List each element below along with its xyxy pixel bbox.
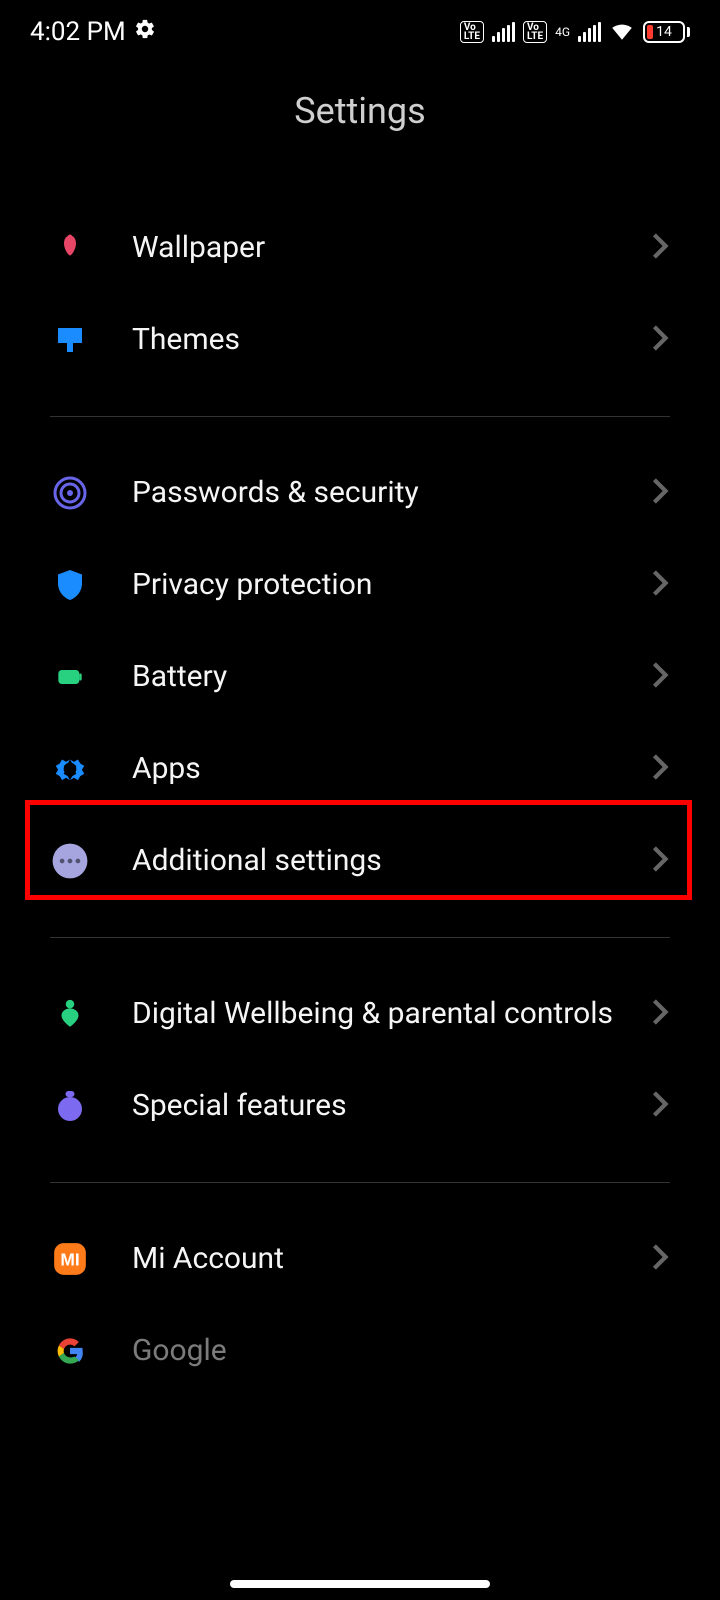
network-label: 4G — [555, 27, 570, 38]
svg-text:MI: MI — [60, 1249, 79, 1269]
row-label: Battery — [132, 658, 650, 696]
row-mi-account[interactable]: MI Mi Account — [0, 1213, 720, 1305]
navigation-handle[interactable] — [230, 1580, 490, 1588]
row-apps[interactable]: Apps — [0, 723, 720, 815]
fingerprint-icon — [50, 473, 90, 513]
signal-icon-2 — [578, 22, 601, 42]
status-left: 4:02 PM — [30, 17, 156, 47]
chevron-right-icon — [650, 477, 670, 509]
row-wallpaper[interactable]: Wallpaper — [0, 202, 720, 294]
chevron-right-icon — [650, 998, 670, 1030]
wifi-icon — [609, 17, 635, 47]
row-label: Digital Wellbeing & parental controls — [132, 995, 650, 1033]
row-battery[interactable]: Battery — [0, 631, 720, 723]
row-label: Privacy protection — [132, 566, 650, 604]
settings-list: Wallpaper Themes Passwords & security Pr… — [0, 202, 720, 1371]
row-google[interactable]: Google — [0, 1305, 720, 1371]
apps-gear-icon — [50, 749, 90, 789]
chevron-right-icon — [650, 324, 670, 356]
chevron-right-icon — [650, 1243, 670, 1275]
status-time: 4:02 PM — [30, 17, 126, 47]
row-label: Google — [132, 1332, 670, 1370]
special-features-icon — [50, 1086, 90, 1126]
row-label: Passwords & security — [132, 474, 650, 512]
battery-indicator: 14 — [643, 21, 690, 43]
row-digital-wellbeing[interactable]: Digital Wellbeing & parental controls — [0, 968, 720, 1060]
divider — [50, 1182, 670, 1183]
row-additional-settings[interactable]: Additional settings — [0, 815, 720, 907]
row-label: Additional settings — [132, 842, 650, 880]
divider — [50, 416, 670, 417]
themes-icon — [50, 320, 90, 360]
volte-icon-1: VoLTE — [460, 21, 484, 43]
chevron-right-icon — [650, 232, 670, 264]
row-label: Apps — [132, 750, 650, 788]
chevron-right-icon — [650, 569, 670, 601]
chevron-right-icon — [650, 845, 670, 877]
volte-icon-2: VoLTE — [523, 21, 547, 43]
row-label: Special features — [132, 1087, 650, 1125]
row-passwords-security[interactable]: Passwords & security — [0, 447, 720, 539]
row-label: Themes — [132, 321, 650, 359]
battery-level: 14 — [656, 24, 672, 40]
status-bar: 4:02 PM VoLTE VoLTE 4G 14 — [0, 0, 720, 60]
mi-logo-icon: MI — [50, 1239, 90, 1279]
row-label: Wallpaper — [132, 229, 650, 267]
row-label: Mi Account — [132, 1240, 650, 1278]
row-special-features[interactable]: Special features — [0, 1060, 720, 1152]
more-icon — [50, 841, 90, 881]
chevron-right-icon — [650, 1090, 670, 1122]
page-title: Settings — [0, 90, 720, 132]
row-privacy-protection[interactable]: Privacy protection — [0, 539, 720, 631]
shield-icon — [50, 565, 90, 605]
wallpaper-icon — [50, 228, 90, 268]
divider — [50, 937, 670, 938]
signal-icon-1 — [492, 22, 515, 42]
status-right: VoLTE VoLTE 4G 14 — [460, 17, 690, 47]
google-icon — [50, 1331, 90, 1371]
row-themes[interactable]: Themes — [0, 294, 720, 386]
wellbeing-icon — [50, 994, 90, 1034]
settings-status-icon — [134, 17, 156, 47]
battery-icon — [50, 657, 90, 697]
chevron-right-icon — [650, 661, 670, 693]
chevron-right-icon — [650, 753, 670, 785]
